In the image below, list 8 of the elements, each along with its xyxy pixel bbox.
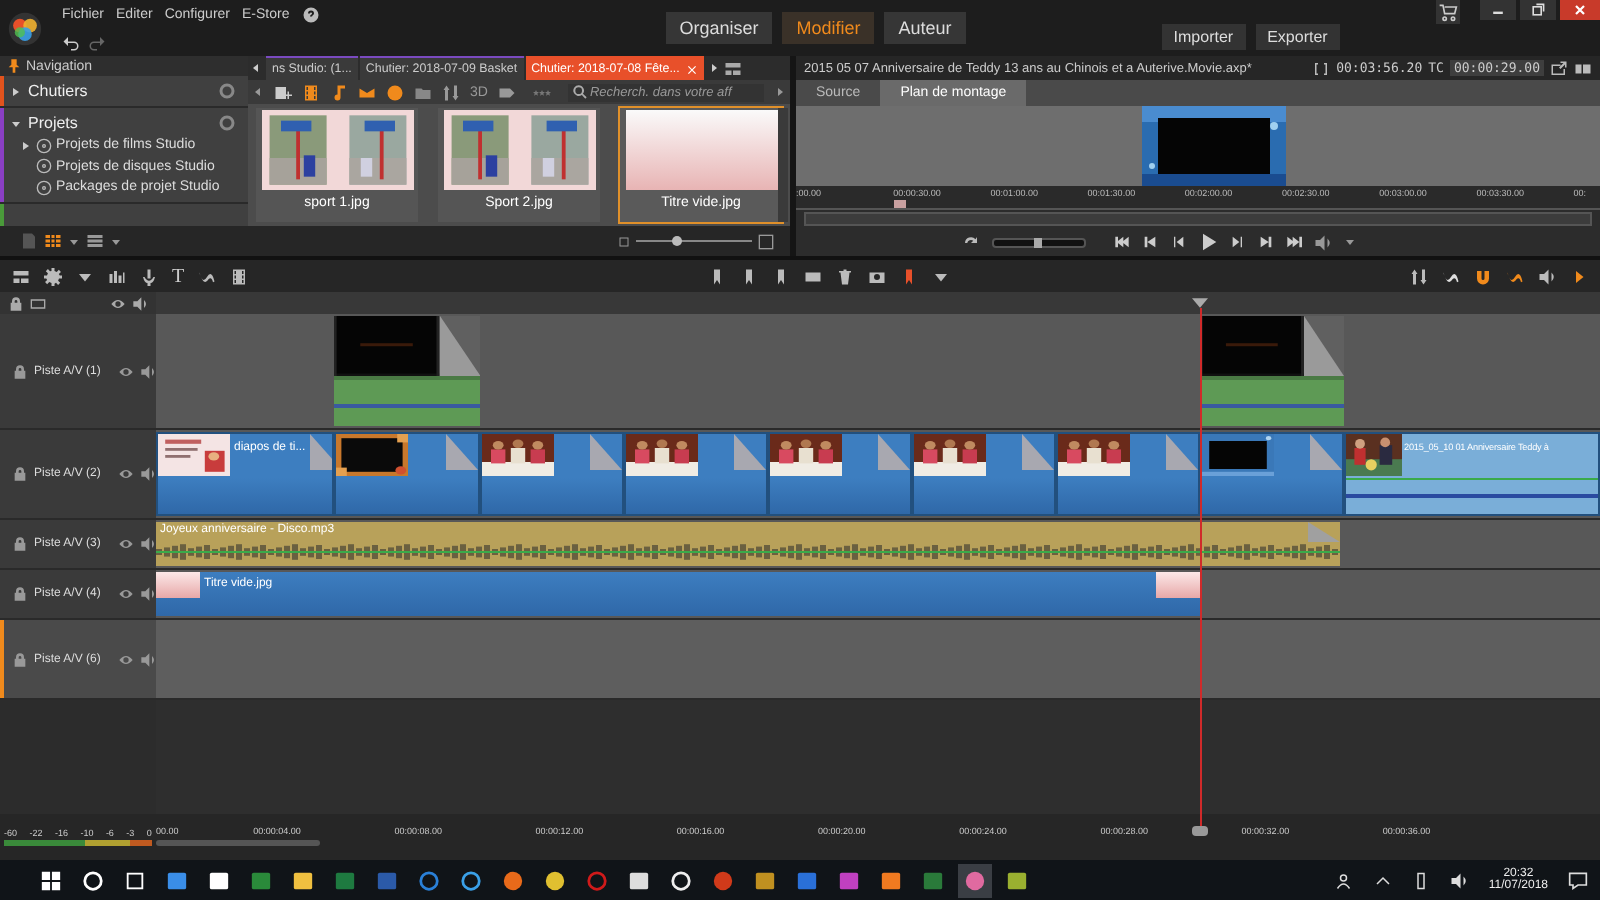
mode-tab[interactable]: Organiser <box>665 12 773 44</box>
mode-tab[interactable]: Modifier <box>782 12 875 44</box>
nav-item[interactable]: Projets <box>28 114 78 132</box>
title-tool-button[interactable]: T <box>172 265 185 287</box>
mode-tab[interactable]: Auteur <box>884 12 966 44</box>
toolbar-button[interactable]: Importer <box>1161 23 1246 49</box>
toolbar-button[interactable]: Exporter <box>1255 23 1340 49</box>
nav-item[interactable]: Chutiers <box>28 82 88 100</box>
